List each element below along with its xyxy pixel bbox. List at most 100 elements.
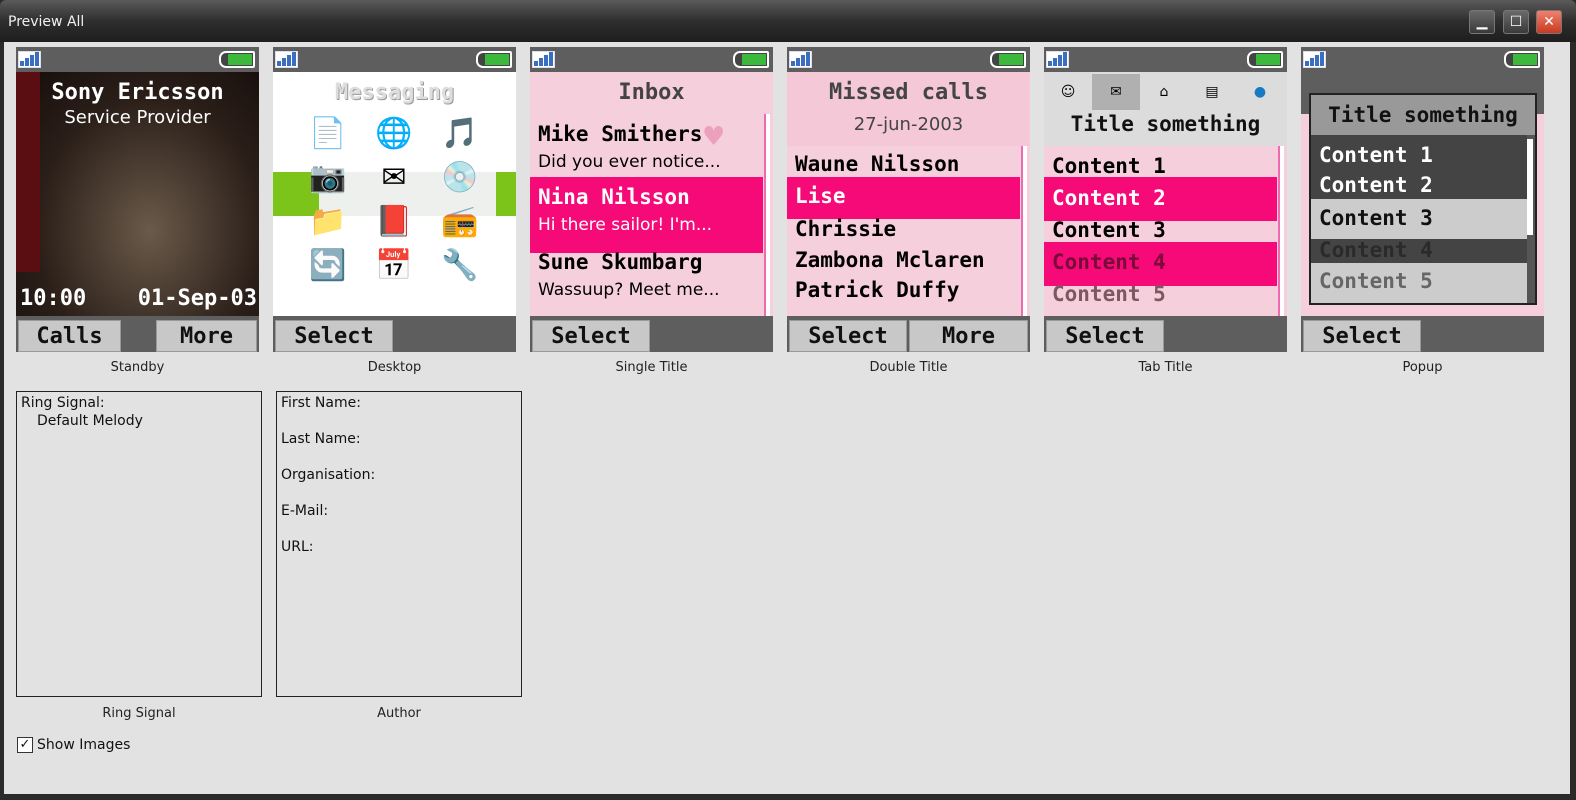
wallpaper-photo: Sony Ericsson Service Provider 10:00 01-… — [16, 72, 259, 316]
list-item[interactable]: Content 1 — [1052, 154, 1166, 178]
fm-radio-icon[interactable]: 📻 — [427, 204, 493, 248]
show-images-checkbox[interactable]: ✓ Show Images — [17, 737, 130, 753]
list-item[interactable]: Content 3 — [1052, 218, 1166, 242]
softkey-calls[interactable]: Calls — [18, 320, 121, 352]
message-sender[interactable]: Nina Nilsson — [538, 185, 690, 209]
battery-icon — [733, 51, 769, 68]
phone-double-title[interactable]: Missed calls 27-jun-2003 Waune Nilsson L… — [787, 47, 1030, 352]
scrollbar[interactable] — [1527, 139, 1533, 235]
list-item[interactable]: Chrissie — [795, 217, 896, 241]
messaging-icon[interactable]: ✉ — [1092, 74, 1140, 110]
list-item[interactable]: Content 5 — [1319, 269, 1433, 293]
show-images-label: Show Images — [37, 737, 131, 753]
messages-icon[interactable]: 📄 — [295, 116, 361, 160]
ring-signal-label: Ring Signal — [102, 706, 176, 721]
smiley-icon[interactable]: ☺ — [1044, 74, 1092, 110]
message-preview: Wassuup? Meet me... — [538, 280, 720, 300]
settings-icon[interactable]: 🔧 — [427, 248, 493, 292]
softkey-select[interactable]: Select — [275, 320, 393, 352]
softkey-more[interactable]: More — [156, 320, 257, 352]
signal-icon — [1046, 51, 1069, 68]
list-item[interactable]: Zambona Mclaren — [795, 248, 985, 272]
ring-signal-value: Default Melody — [37, 413, 143, 429]
document-icon[interactable]: ▤ — [1188, 74, 1236, 110]
softkey-select[interactable]: Select — [1303, 320, 1421, 352]
battery-icon — [1504, 51, 1540, 68]
checkbox-check-icon[interactable]: ✓ — [17, 737, 33, 753]
author-label: Author — [377, 706, 421, 721]
screen-subtitle: 27-jun-2003 — [853, 114, 964, 135]
missed-calls-screen: Missed calls 27-jun-2003 Waune Nilsson L… — [787, 72, 1030, 316]
date: 01-Sep-03 — [137, 286, 257, 311]
signal-icon — [532, 51, 555, 68]
screen-title: Missed calls — [829, 80, 988, 105]
screen-title: Inbox — [618, 80, 685, 105]
list-item[interactable]: Patrick Duffy — [795, 278, 959, 302]
status-bar — [530, 47, 773, 72]
internet-icon[interactable]: 🌐 — [361, 116, 427, 160]
list-item[interactable]: Content 2 — [1052, 186, 1166, 210]
radio-icon[interactable]: 💿 — [427, 160, 493, 204]
list-item[interactable]: Content 2 — [1319, 173, 1433, 197]
author-first-name: First Name: — [281, 395, 361, 411]
author-email: E-Mail: — [281, 503, 329, 519]
maximize-button[interactable]: ☐ — [1503, 10, 1529, 34]
close-button[interactable]: ✕ — [1536, 10, 1562, 34]
globe-icon[interactable]: ● — [1236, 74, 1284, 110]
phone-label: Popup — [1402, 360, 1443, 375]
ring-signal-field: Ring Signal: — [21, 395, 105, 411]
camera-icon[interactable]: 📷 — [295, 160, 361, 204]
battery-icon — [1247, 51, 1283, 68]
phone-single-title[interactable]: Inbox ♥ Mike Smithers Did you ever notic… — [530, 47, 773, 352]
clock: 10:00 — [20, 286, 87, 311]
phone-label: Double Title — [869, 360, 948, 375]
message-sender[interactable]: Sune Skumbarg — [538, 250, 702, 274]
service-provider: Service Provider — [64, 107, 211, 128]
signal-icon — [1303, 51, 1326, 68]
popup-title: Title something — [1311, 95, 1535, 135]
ring-signal-panel: Ring Signal: Default Melody — [16, 391, 262, 697]
messaging-icon[interactable]: ✉ — [361, 160, 427, 204]
status-bar — [1044, 47, 1287, 72]
list-item[interactable]: Content 5 — [1052, 282, 1166, 306]
list-item[interactable]: Content 4 — [1319, 238, 1433, 262]
phone-desktop[interactable]: Messaging 📄 🌐 🎵 📷 ✉ 💿 📁 📕 📻 🔄 📅 🔧 Select — [273, 47, 516, 352]
author-url: URL: — [281, 539, 314, 555]
media-icon[interactable]: 🎵 — [427, 116, 493, 160]
status-bar — [273, 47, 516, 72]
file-manager-icon[interactable]: 📁 — [295, 204, 361, 248]
list-item[interactable]: Content 1 — [1319, 143, 1433, 167]
softkey-select[interactable]: Select — [789, 320, 907, 352]
list-item[interactable]: Lise — [795, 184, 846, 208]
battery-icon — [476, 51, 512, 68]
softkey-select[interactable]: Select — [1046, 320, 1164, 352]
list-item[interactable]: Content 4 — [1052, 250, 1166, 274]
list-item[interactable]: Content 3 — [1319, 206, 1433, 230]
phone-standby[interactable]: Sony Ericsson Service Provider 10:00 01-… — [16, 47, 259, 352]
softkey-more[interactable]: More — [909, 320, 1028, 352]
phone-label: Tab Title — [1138, 360, 1193, 375]
signal-icon — [18, 51, 41, 68]
title-bar: Preview All ▁ ☐ ✕ — [0, 0, 1576, 42]
message-sender[interactable]: Mike Smithers — [538, 122, 702, 146]
signal-icon — [275, 51, 298, 68]
phone-tab-title[interactable]: ☺ ✉ ⌂ ▤ ● Title something Content 1 Cont… — [1044, 47, 1287, 352]
home-icon[interactable]: ⌂ — [1140, 74, 1188, 110]
battery-icon — [219, 51, 255, 68]
softkey-select[interactable]: Select — [532, 320, 650, 352]
contacts-icon[interactable]: 📕 — [361, 204, 427, 248]
phone-label: Standby — [110, 360, 165, 375]
minimize-button[interactable]: ▁ — [1469, 10, 1495, 34]
battery-icon — [990, 51, 1026, 68]
status-bar — [16, 47, 259, 72]
screen-title: Title something — [1070, 112, 1261, 136]
list-item[interactable]: Waune Nilsson — [795, 152, 959, 176]
message-preview: Hi there sailor! I'm... — [538, 215, 713, 235]
popup-dialog: Title something Content 1 Content 2 Cont… — [1309, 93, 1537, 305]
operator-name: Sony Ericsson — [51, 80, 224, 105]
author-panel: First Name: Last Name: Organisation: E-M… — [276, 391, 522, 697]
phone-popup[interactable]: Title something Content 1 Content 2 Cont… — [1301, 47, 1544, 352]
author-last-name: Last Name: — [281, 431, 361, 447]
organizer-icon[interactable]: 📅 — [361, 248, 427, 292]
connectivity-icon[interactable]: 🔄 — [295, 248, 361, 292]
